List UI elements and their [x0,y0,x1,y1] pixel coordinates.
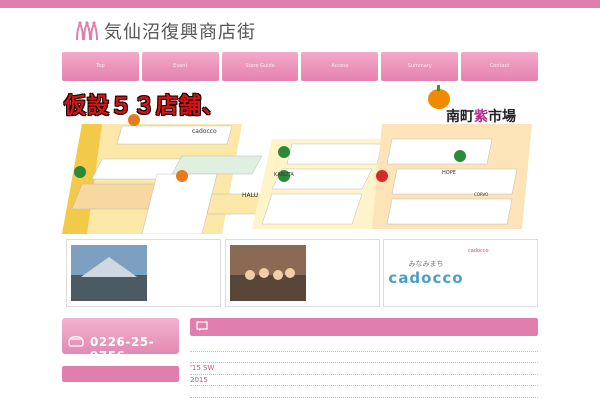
news-list: '15 SW 2015 [190,340,538,398]
site-logo[interactable]: 気仙沼復興商店街 [74,18,256,44]
speech-bubble-icon [196,321,208,331]
nav-item-en-label: Access [331,63,349,69]
map-label-karuta: KARUTA [274,172,294,178]
nav-item-en-label: Store Guide [245,63,275,69]
nav-item-contact[interactable]: Contact [461,52,538,81]
site-title: 気仙沼復興商店街 [104,22,256,43]
hero-subtitle-prefix: 南町 [446,109,474,125]
nav-item-en-label: Contact [489,63,510,69]
phone-icon [68,336,84,347]
news-item[interactable]: '15 SW [190,363,538,375]
card-title: cadocco [468,248,489,254]
news-item[interactable]: 2015 [190,375,538,386]
map-label-corvo: CORVO [474,192,489,197]
main-nav: Top Event Store Guide Access Summary Con… [62,52,538,81]
hero-banner: 仮設５３店舗、 南町紫市場 cadocco KARUTA HALU HOPE C… [62,84,538,234]
sidebar-menu-header [62,366,179,382]
feature-card-1[interactable] [66,239,221,307]
feature-card-3[interactable]: みなみまち cadocco cadocco [383,239,538,307]
contact-phone: 0226-25-9756 [90,335,155,363]
hero-headline: 仮設５３店舗、 [64,94,226,119]
hero-subtitle-purple: 紫 [474,109,488,125]
nav-item-summary[interactable]: Summary [381,52,459,81]
nav-item-en-label: Summary [407,63,432,69]
card-photo-image [71,245,147,301]
feature-card-2[interactable] [225,239,380,307]
cadocco-logo-text: cadocco [388,269,464,287]
nav-item-en-label: Top [96,63,105,69]
logo-mark-icon [76,21,98,41]
nav-item-event[interactable]: Event [141,52,219,81]
contact-box[interactable]: 0226-25-9756 [62,318,179,363]
card-photo-image [230,245,306,301]
news-header [190,318,538,336]
nav-item-en-label: Event [173,63,188,69]
cadocco-logo: みなみまち cadocco [388,245,464,301]
news-item[interactable] [190,386,538,398]
hero-subtitle: 南町紫市場 [446,106,516,126]
nav-item-store-guide[interactable]: Store Guide [221,52,299,81]
nav-item-top[interactable]: Top [62,52,139,81]
hero-subtitle-suffix: 市場 [488,109,516,125]
map-label-halu: HALU [242,192,259,199]
map-label-cadocco: cadocco [192,128,217,135]
nav-item-access[interactable]: Access [301,52,379,81]
map-label-hope: HOPE [442,170,456,176]
news-item[interactable] [190,352,538,363]
news-item[interactable] [190,340,538,352]
cadocco-logo-sub: みなみまち [408,260,444,268]
top-bar [0,0,600,8]
